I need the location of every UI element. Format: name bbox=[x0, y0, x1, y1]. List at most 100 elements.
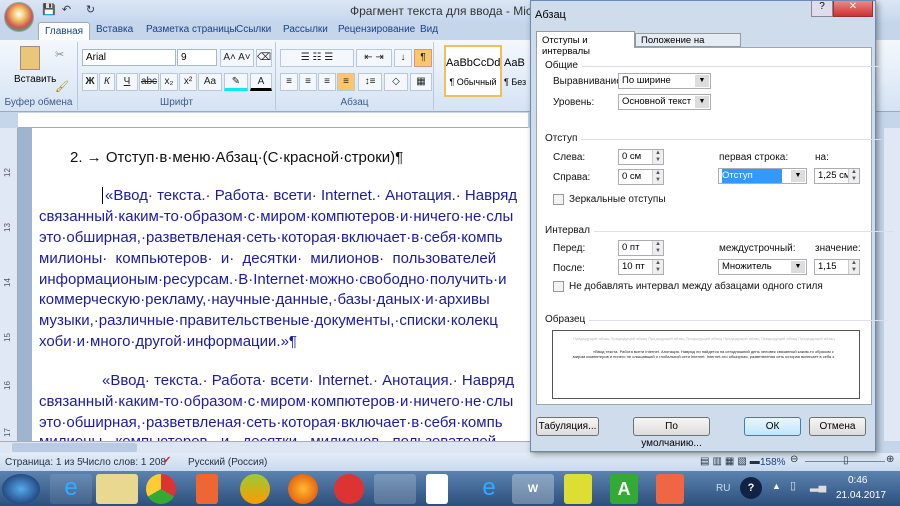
spinner[interactable]: ▲ ▼ bbox=[848, 260, 859, 274]
media-player-icon[interactable] bbox=[196, 474, 218, 504]
justify-icon[interactable]: ≡ bbox=[337, 73, 355, 91]
change-case-button[interactable]: Aa bbox=[198, 73, 222, 91]
first-line-by-input[interactable]: 1,25 см ▲ ▼ bbox=[814, 168, 860, 184]
paste-button[interactable]: Вставить bbox=[14, 74, 56, 85]
power-icon[interactable]: ▯ bbox=[790, 479, 796, 492]
ccleaner-icon[interactable] bbox=[334, 474, 364, 504]
undo-icon[interactable]: ↶ bbox=[60, 4, 73, 17]
spinner[interactable]: ▲ ▼ bbox=[652, 260, 663, 274]
subscript-button[interactable]: x₂ bbox=[160, 73, 178, 91]
save-icon[interactable]: 💾 bbox=[42, 4, 56, 17]
cancel-button[interactable]: Отмена bbox=[809, 417, 866, 436]
ie-icon[interactable]: e bbox=[50, 474, 92, 504]
word-taskbar-icon[interactable]: W bbox=[512, 474, 554, 504]
app-icon-2[interactable] bbox=[564, 474, 592, 504]
strikethrough-button[interactable]: abc bbox=[139, 73, 159, 91]
style-no-spacing[interactable]: AaB ¶ Без bbox=[504, 45, 530, 97]
document-area[interactable]: 2. → Отступ·в·меню·Абзац·(С·красной·стро… bbox=[18, 128, 530, 441]
line-spacing-select[interactable]: Множитель ▼ bbox=[718, 259, 807, 275]
explorer-icon[interactable] bbox=[96, 474, 138, 504]
align-center-icon[interactable]: ≡ bbox=[299, 73, 317, 91]
horizontal-ruler[interactable] bbox=[18, 113, 528, 128]
spacing-after-input[interactable]: 10 пт ▲ ▼ bbox=[618, 259, 664, 275]
spinner[interactable]: ▲ ▼ bbox=[652, 150, 663, 164]
tab-indents-spacing[interactable]: Отступы и интервалы bbox=[536, 31, 635, 57]
align-left-icon[interactable]: ≡ bbox=[280, 73, 298, 91]
app-icon-a[interactable]: A bbox=[610, 474, 638, 504]
spinner[interactable]: ▲ ▼ bbox=[848, 169, 859, 183]
proofing-icon[interactable]: ✔ bbox=[163, 455, 171, 466]
line-spacing-icon[interactable]: ↕≡ bbox=[358, 73, 382, 91]
zoom-slider-thumb[interactable]: ▯ bbox=[843, 455, 849, 466]
chrome-icon[interactable] bbox=[146, 474, 176, 504]
language[interactable]: Русский (Россия) bbox=[188, 457, 267, 468]
tab-references[interactable]: Ссылки bbox=[236, 24, 271, 35]
horizontal-scrollbar[interactable] bbox=[0, 441, 530, 453]
start-button[interactable] bbox=[2, 474, 40, 504]
clock-date[interactable]: 21.04.2017 bbox=[836, 490, 886, 501]
font-color-icon[interactable]: A bbox=[250, 73, 272, 91]
app-icon[interactable] bbox=[240, 474, 270, 504]
tabs-button[interactable]: Табуляция... bbox=[536, 417, 599, 436]
superscript-button[interactable]: x² bbox=[179, 73, 197, 91]
tab-mailings[interactable]: Рассылки bbox=[283, 24, 328, 35]
scroll-thumb[interactable] bbox=[12, 443, 137, 452]
level-select[interactable]: Основной текст ▼ bbox=[618, 94, 711, 110]
first-line-select[interactable]: Отступ ▼ bbox=[718, 168, 807, 184]
close-button[interactable]: ✕ bbox=[833, 1, 873, 17]
redo-icon[interactable]: ↻ bbox=[84, 4, 97, 17]
tab-view[interactable]: Вид bbox=[420, 24, 438, 35]
app-icon-3[interactable] bbox=[656, 474, 684, 504]
network-icon[interactable]: ▂▄ bbox=[810, 479, 826, 492]
tab-page-layout[interactable]: Разметка страницы bbox=[146, 24, 237, 35]
indent-right-input[interactable]: 0 см ▲ ▼ bbox=[618, 169, 664, 185]
grow-shrink-font-button[interactable]: A˄ A˅ bbox=[220, 49, 254, 67]
italic-button[interactable]: К bbox=[99, 73, 115, 91]
no-space-same-style-checkbox[interactable] bbox=[553, 281, 564, 292]
ie-icon-2[interactable]: e bbox=[468, 474, 510, 504]
show-formatting-button[interactable]: ¶ bbox=[414, 49, 432, 67]
shading-icon[interactable]: ◇ bbox=[384, 73, 408, 91]
word-count[interactable]: Число слов: 1 208 bbox=[82, 457, 166, 468]
firefox-icon[interactable] bbox=[288, 474, 318, 504]
tab-home[interactable]: Главная bbox=[38, 22, 91, 41]
ok-button[interactable]: ОК bbox=[744, 417, 801, 436]
help-icon[interactable]: ? bbox=[740, 477, 762, 499]
highlight-icon[interactable]: ✎ bbox=[224, 73, 248, 91]
cut-icon[interactable]: ✂ bbox=[55, 48, 64, 61]
document-icon[interactable] bbox=[426, 474, 448, 504]
paste-icon[interactable] bbox=[20, 46, 40, 70]
alignment-select[interactable]: По ширине ▼ bbox=[618, 73, 711, 89]
underline-button[interactable]: Ч bbox=[116, 73, 138, 91]
tab-insert[interactable]: Вставка bbox=[96, 24, 133, 35]
format-painter-icon[interactable]: 🖌 bbox=[55, 80, 69, 93]
zoom-in-icon[interactable]: ⊕ bbox=[886, 454, 894, 465]
bold-button[interactable]: Ж bbox=[82, 73, 98, 91]
tray-expand-icon[interactable]: ▲ bbox=[772, 481, 781, 491]
sort-icon[interactable]: ↓ bbox=[394, 49, 412, 67]
office-button[interactable] bbox=[4, 2, 34, 32]
list-buttons[interactable]: ☰ ☷ ☰ bbox=[280, 49, 354, 67]
style-normal[interactable]: AaBbCcDd ¶ Обычный bbox=[444, 45, 502, 97]
font-size-field[interactable]: 9 bbox=[177, 49, 217, 66]
zoom-out-icon[interactable]: ⊖ bbox=[790, 454, 798, 465]
spinner[interactable]: ▲ ▼ bbox=[652, 170, 663, 184]
default-button[interactable]: По умолчанию... bbox=[633, 417, 710, 449]
view-buttons[interactable]: ▤▥▦▧▬ bbox=[700, 456, 763, 467]
line-spacing-value-input[interactable]: 1,15 ▲ ▼ bbox=[814, 259, 860, 275]
vertical-ruler[interactable]: 12 13 14 15 16 17 bbox=[0, 128, 18, 441]
borders-icon[interactable]: ▦ bbox=[410, 73, 432, 91]
indent-buttons[interactable]: ⇤ ⇥ bbox=[356, 49, 392, 67]
tab-review[interactable]: Рецензирование bbox=[338, 24, 415, 35]
page-count[interactable]: Страница: 1 из 5 bbox=[5, 457, 83, 468]
document-page[interactable]: 2. → Отступ·в·меню·Абзац·(С·красной·стро… bbox=[32, 128, 530, 441]
vertical-scrollbar[interactable] bbox=[884, 128, 900, 441]
font-name-field[interactable]: Arial bbox=[82, 49, 176, 66]
clear-format-icon[interactable]: ⌫ bbox=[256, 49, 272, 67]
indent-left-input[interactable]: 0 см ▲ ▼ bbox=[618, 149, 664, 165]
spinner[interactable]: ▲ ▼ bbox=[652, 241, 663, 255]
align-right-icon[interactable]: ≡ bbox=[318, 73, 336, 91]
zoom-level[interactable]: 158% bbox=[760, 457, 786, 468]
mirror-indents-checkbox[interactable] bbox=[553, 194, 564, 205]
save-app-icon[interactable] bbox=[374, 474, 416, 504]
